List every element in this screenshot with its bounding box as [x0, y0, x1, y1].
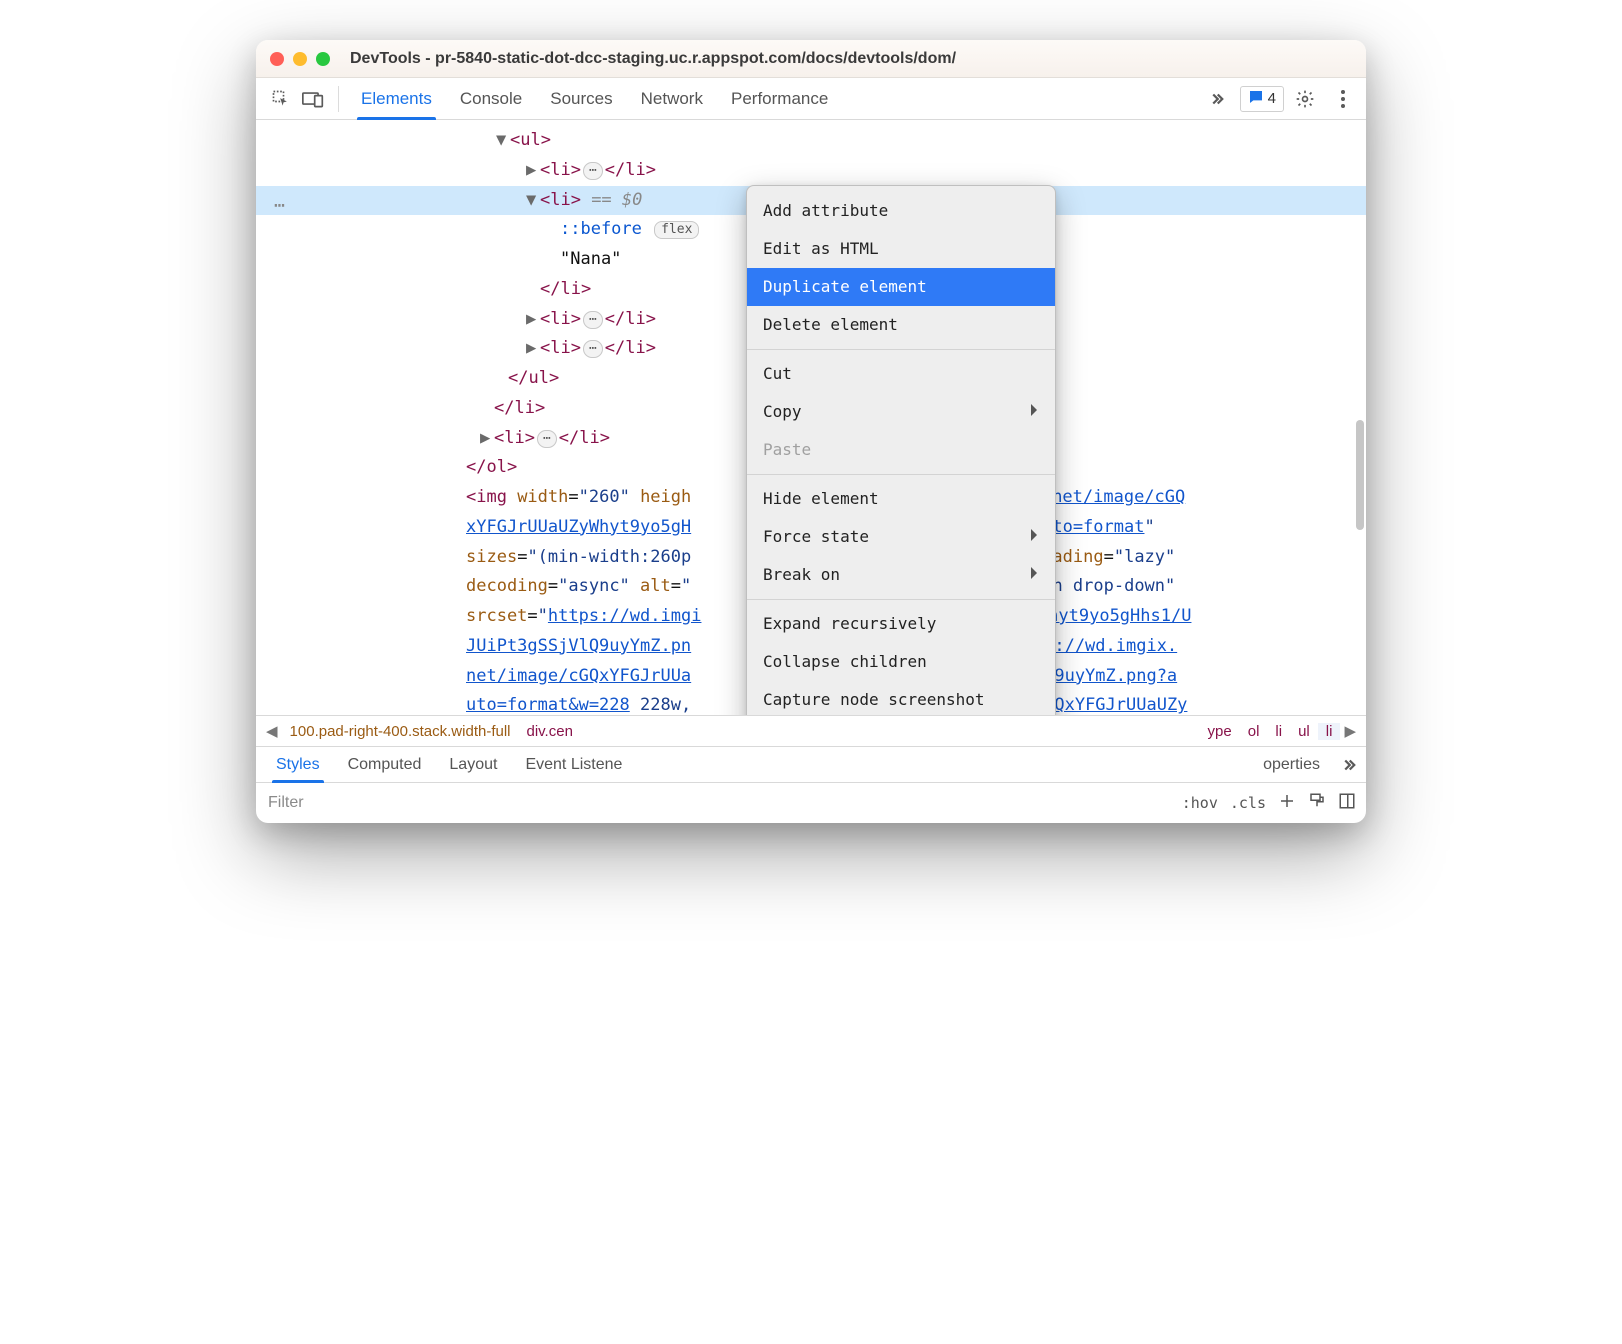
issues-count: 4	[1268, 90, 1276, 107]
context-menu-item[interactable]: Edit as HTML	[747, 230, 1055, 268]
context-menu-item[interactable]: Duplicate element	[747, 268, 1055, 306]
devtools-window: DevTools - pr-5840-static-dot-dcc-stagin…	[256, 40, 1366, 823]
context-menu-separator	[747, 474, 1055, 475]
tab-console[interactable]: Console	[446, 78, 536, 119]
toolbar-separator	[338, 86, 339, 112]
device-toolbar-icon[interactable]	[298, 84, 328, 114]
maximize-icon[interactable]	[316, 52, 330, 66]
more-options-icon[interactable]	[1328, 84, 1358, 114]
context-menu-label: Expand recursively	[763, 610, 936, 638]
flex-badge[interactable]: flex	[654, 221, 699, 239]
tab-event-listeners[interactable]: Event Listene	[511, 747, 636, 782]
context-menu-item[interactable]: Copy	[747, 393, 1055, 431]
tab-performance[interactable]: Performance	[717, 78, 842, 119]
selected-row-indicator: ⋯	[274, 190, 286, 222]
close-icon[interactable]	[270, 52, 284, 66]
tab-sources[interactable]: Sources	[536, 78, 626, 119]
context-menu-item[interactable]: Delete element	[747, 306, 1055, 344]
context-menu-item[interactable]: Capture node screenshot	[747, 681, 1055, 715]
context-menu-item[interactable]: Add attribute	[747, 192, 1055, 230]
panel-tabs: Elements Console Sources Network Perform…	[347, 78, 842, 119]
more-tabs-icon[interactable]	[1202, 84, 1232, 114]
issues-badge[interactable]: 4	[1240, 86, 1284, 112]
breadcrumb-item[interactable]: div.cen	[519, 723, 581, 740]
scrollbar-thumb[interactable]	[1356, 420, 1364, 530]
inspect-element-icon[interactable]	[266, 84, 296, 114]
context-menu-item[interactable]: Cut	[747, 355, 1055, 393]
context-menu-label: Edit as HTML	[763, 235, 879, 263]
context-menu-label: Hide element	[763, 485, 879, 513]
context-menu-item[interactable]: Hide element	[747, 480, 1055, 518]
chevron-right-icon	[1029, 523, 1039, 551]
collapsed-pill[interactable]: ⋯	[583, 162, 603, 180]
more-subtabs-icon[interactable]	[1334, 750, 1364, 780]
cls-toggle[interactable]: .cls	[1230, 794, 1266, 812]
settings-icon[interactable]	[1290, 84, 1320, 114]
tab-layout[interactable]: Layout	[435, 747, 511, 782]
context-menu-separator	[747, 599, 1055, 600]
sidebar-tabs: Styles Computed Layout Event Listene ope…	[256, 747, 1366, 783]
chat-icon	[1248, 89, 1264, 109]
breadcrumb-right-icon[interactable]: ▶	[1340, 722, 1360, 740]
dom-breadcrumb[interactable]: ◀ 100.pad-right-400.stack.width-full div…	[256, 715, 1366, 747]
tab-computed[interactable]: Computed	[334, 747, 436, 782]
context-menu-item[interactable]: Break on	[747, 556, 1055, 594]
breadcrumb-item[interactable]: 100.pad-right-400.stack.width-full	[282, 723, 519, 740]
context-menu-label: Duplicate element	[763, 273, 927, 301]
new-rule-icon[interactable]	[1278, 792, 1296, 814]
breadcrumb-item[interactable]: li	[1267, 723, 1290, 740]
styles-filter-bar: :hov .cls	[256, 783, 1366, 823]
chevron-right-icon	[1029, 398, 1039, 426]
context-menu: Add attribute Edit as HTML Duplicate eleme…	[746, 185, 1056, 715]
context-menu-label: Collapse children	[763, 648, 927, 676]
context-menu-label: Delete element	[763, 311, 898, 339]
computed-toggle-icon[interactable]	[1338, 792, 1356, 814]
main-toolbar: Elements Console Sources Network Perform…	[256, 78, 1366, 120]
context-menu-label: Break on	[763, 561, 840, 589]
tab-styles[interactable]: Styles	[262, 747, 334, 782]
context-menu-item[interactable]: Expand recursively	[747, 605, 1055, 643]
filter-input[interactable]	[266, 793, 466, 813]
tab-network[interactable]: Network	[627, 78, 717, 119]
minimize-icon[interactable]	[293, 52, 307, 66]
traffic-lights	[270, 52, 330, 66]
context-menu-item[interactable]: Collapse children	[747, 643, 1055, 681]
breadcrumb-item[interactable]: ype	[1200, 723, 1240, 740]
hover-toggle[interactable]: :hov	[1182, 794, 1218, 812]
titlebar: DevTools - pr-5840-static-dot-dcc-stagin…	[256, 40, 1366, 78]
breadcrumb-item[interactable]: li	[1318, 723, 1341, 740]
paint-icon[interactable]	[1308, 792, 1326, 814]
elements-tree[interactable]: ⋯ ▼<ul> ▶<li>⋯</li> ▼<li> == $0 ::before…	[256, 120, 1366, 715]
context-menu-label: Paste	[763, 436, 811, 464]
context-menu-separator	[747, 349, 1055, 350]
tab-elements[interactable]: Elements	[347, 78, 446, 119]
context-menu-label: Copy	[763, 398, 802, 426]
breadcrumb-item[interactable]: ol	[1240, 723, 1268, 740]
tab-properties[interactable]: operties	[1249, 747, 1334, 782]
context-menu-item: Paste	[747, 431, 1055, 469]
context-menu-label: Cut	[763, 360, 792, 388]
breadcrumb-item[interactable]: ul	[1290, 723, 1318, 740]
context-menu-label: Force state	[763, 523, 869, 551]
window-title: DevTools - pr-5840-static-dot-dcc-stagin…	[350, 50, 956, 68]
breadcrumb-left-icon[interactable]: ◀	[262, 722, 282, 740]
context-menu-label: Add attribute	[763, 197, 888, 225]
context-menu-label: Capture node screenshot	[763, 686, 985, 714]
chevron-right-icon	[1029, 561, 1039, 589]
context-menu-item[interactable]: Force state	[747, 518, 1055, 556]
